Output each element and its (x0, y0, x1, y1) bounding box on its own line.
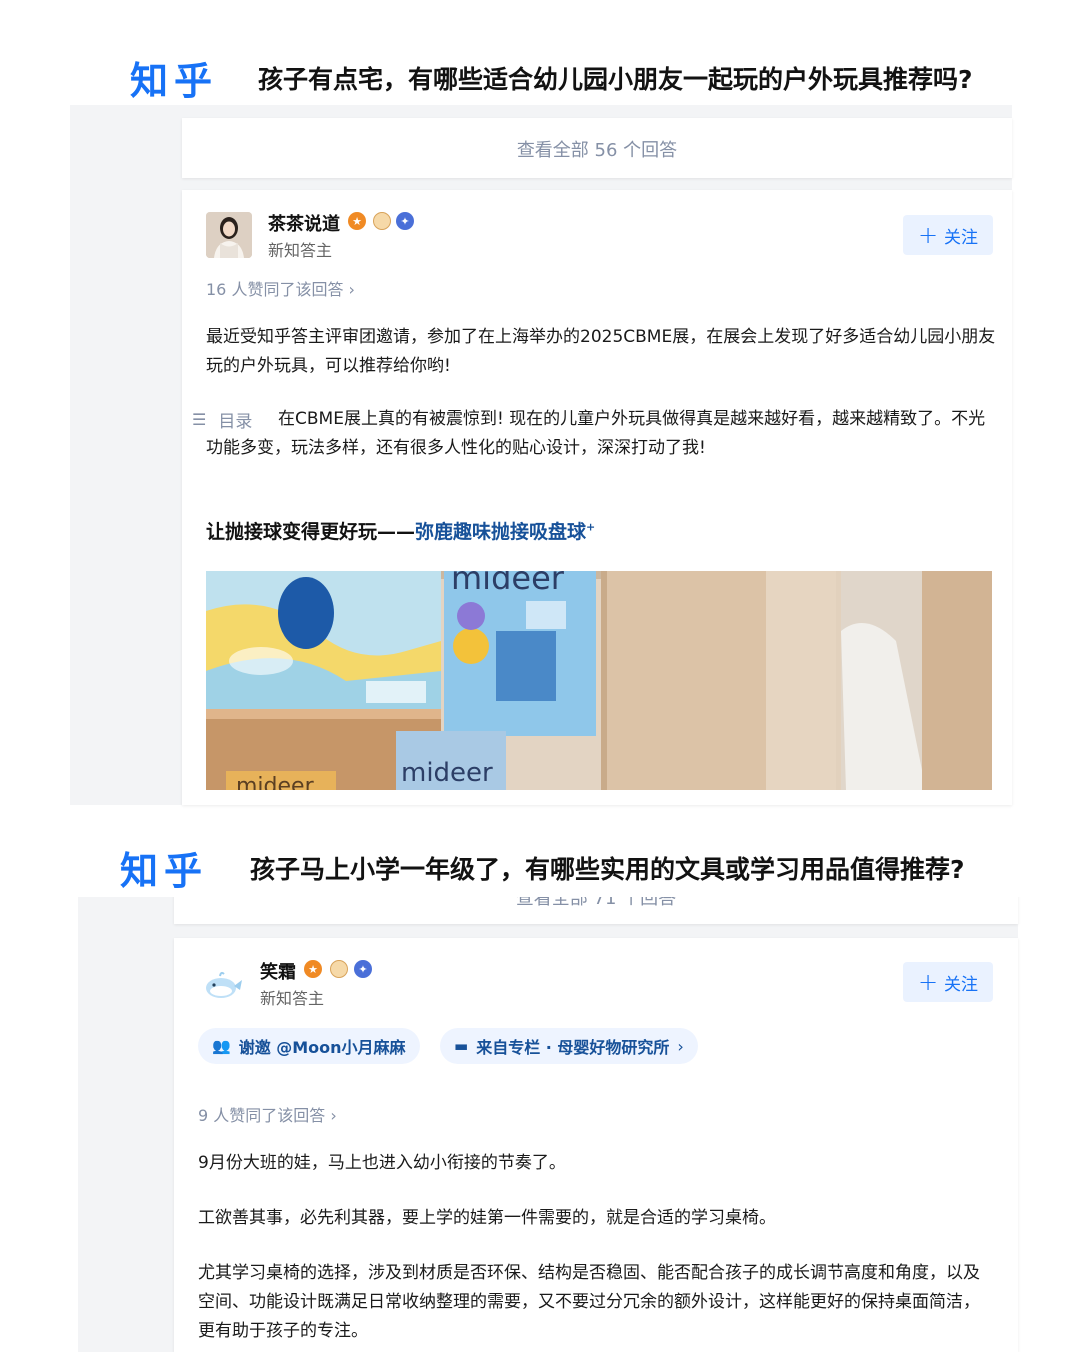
star-badge-icon: ★ (304, 960, 322, 978)
column-label: 来自专栏 · 母婴好物研究所 (476, 1038, 670, 1057)
product-photo[interactable]: mideer mideer mideer (206, 571, 992, 790)
answer-paragraph-2-2: 工欲善其事，必先利其器，要上学的娃第一件需要的，就是合适的学习桌椅。 (198, 1208, 776, 1228)
author-name[interactable]: 茶茶说道 (268, 210, 340, 236)
verified-badge-icon: ✦ (354, 960, 372, 978)
answer-card: 茶茶说道 ★ ✦ 新知答主 + 关注 16 人赞同了该回答 › 最近受知乎答主评… (182, 190, 1012, 805)
brand-text-bottom: mideer (401, 758, 493, 788)
brand-text-corner: mideer (236, 774, 315, 790)
table-of-contents[interactable]: ☰ 目录 (192, 407, 252, 432)
toc-label: 目录 (218, 412, 253, 432)
product-link[interactable]: 弥鹿趣味抛接吸盘球 (415, 521, 586, 543)
view-all-card: 查看全部 56 个回答 (182, 118, 1012, 178)
follow-label: 关注 (944, 227, 979, 248)
follow-label-2: 关注 (944, 974, 979, 995)
vote-count-text: 16 人赞同了该回答 (206, 280, 344, 299)
brand-text-top: mideer (451, 571, 565, 597)
author-role-2: 新知答主 (260, 989, 325, 1008)
plus-icon: + (917, 968, 939, 996)
vote-count-text-2: 9 人赞同了该回答 (198, 1106, 326, 1125)
zhihu-logo-2[interactable]: 知乎 (120, 840, 208, 895)
invite-pill[interactable]: 👥 谢邀 @Moon小月麻麻 (198, 1028, 420, 1064)
answer-paragraph-1: 最近受知乎答主评审团邀请，参加了在上海举办的2025CBME展，在展会上发现了好… (206, 327, 996, 376)
woman-avatar[interactable] (206, 212, 252, 258)
answer-paragraph-2: 在CBME展上真的有被震惊到! 现在的儿童户外玩具做得真是越来越好看，越来越精致… (206, 409, 986, 458)
column-pill[interactable]: ▬ 来自专栏 · 母婴好物研究所 › (440, 1028, 698, 1064)
answer-paragraph-2-1: 9月份大班的娃，马上也进入幼小衔接的节奏了。 (198, 1153, 566, 1173)
medal-badge-icon (330, 960, 348, 978)
chevron-right-icon: › (348, 280, 355, 299)
question-title-2[interactable]: 孩子马上小学一年级了，有哪些实用的文具或学习用品值得推荐? (250, 850, 965, 886)
list-icon: ☰ (192, 410, 207, 429)
link-sup: + (586, 520, 596, 534)
author-name-2[interactable]: 笑霜 (260, 958, 296, 984)
follow-button[interactable]: + 关注 (903, 215, 993, 255)
column-icon: ▬ (454, 1037, 469, 1055)
whale-avatar[interactable] (200, 962, 246, 1008)
medal-badge-icon (373, 212, 391, 230)
plus-icon: + (917, 221, 939, 249)
invite-label: 谢邀 @Moon小月麻麻 (238, 1038, 406, 1057)
zhihu-logo[interactable]: 知乎 (130, 50, 218, 105)
view-all-answers-link[interactable]: 查看全部 56 个回答 (182, 136, 1012, 162)
author-role: 新知答主 (268, 241, 333, 260)
section-heading: 让抛接球变得更好玩——弥鹿趣味抛接吸盘球+ (206, 517, 595, 544)
heading-prefix: 让抛接球变得更好玩—— (206, 521, 416, 543)
people-icon: 👥 (212, 1037, 231, 1055)
question-title[interactable]: 孩子有点宅，有哪些适合幼儿园小朋友一起玩的户外玩具推荐吗? (258, 60, 973, 96)
vote-count[interactable]: 16 人赞同了该回答 › (206, 276, 355, 300)
star-badge-icon: ★ (348, 212, 366, 230)
chevron-right-icon: › (330, 1106, 337, 1125)
verified-badge-icon: ✦ (396, 212, 414, 230)
chevron-right-icon: › (677, 1036, 684, 1056)
answer-paragraph-2-3: 尤其学习桌椅的选择，涉及到材质是否环保、结构是否稳固、能否配合孩子的成长调节高度… (198, 1263, 980, 1341)
vote-count-2[interactable]: 9 人赞同了该回答 › (198, 1102, 337, 1126)
answer-card-2: 笑霜 ★ ✦ 新知答主 + 关注 👥 谢邀 @Moon小月麻麻 ▬ 来自专栏 ·… (174, 938, 1018, 1352)
follow-button-2[interactable]: + 关注 (903, 962, 993, 1002)
